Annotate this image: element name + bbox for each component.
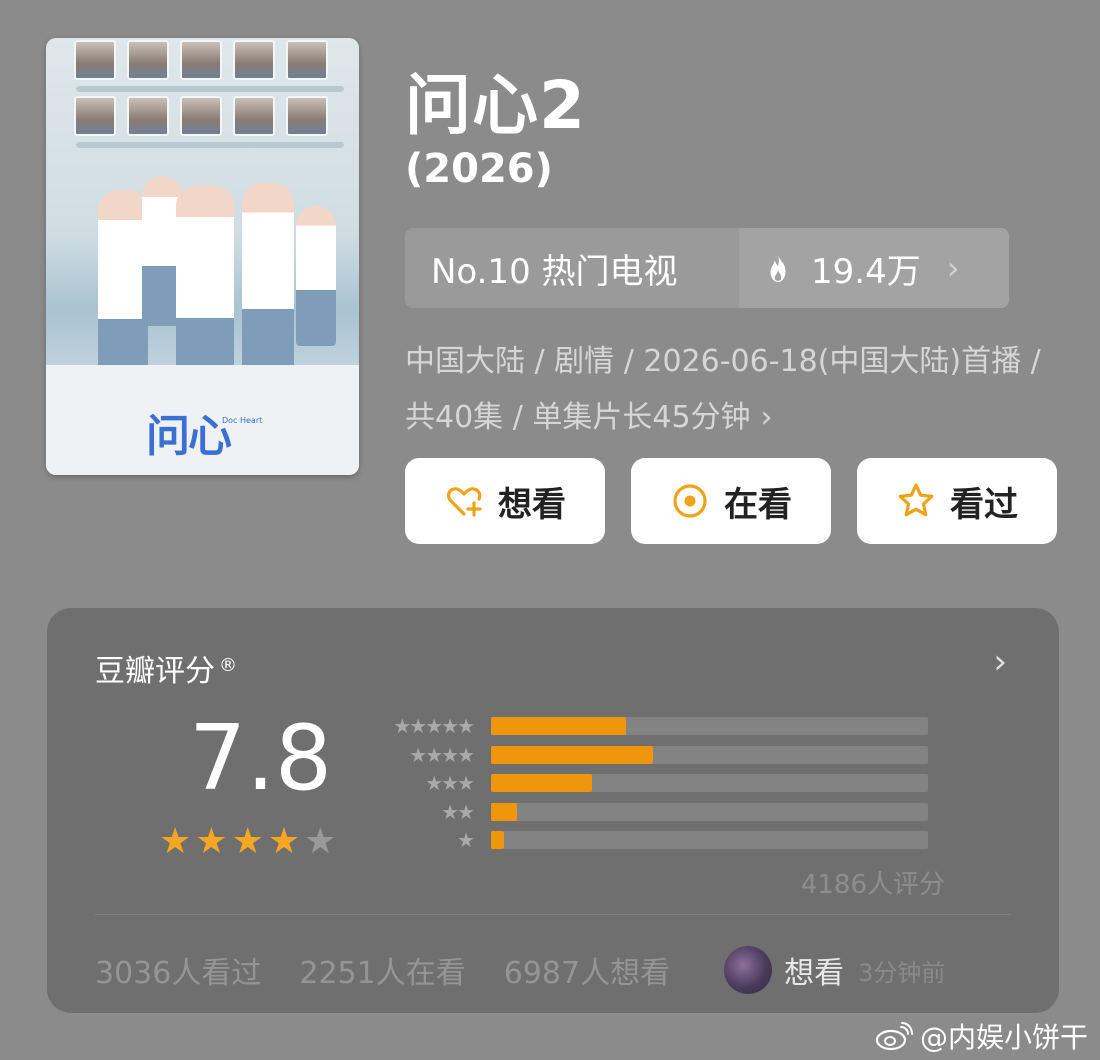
poster-photo xyxy=(233,96,275,136)
heat-value: 19.4万 xyxy=(811,251,921,292)
watermark: @内娱小饼干 xyxy=(874,1016,1088,1056)
chevron-right-icon[interactable]: › xyxy=(993,642,1007,682)
poster-shelf xyxy=(76,86,344,92)
watermark-text: @内娱小饼干 xyxy=(919,1021,1088,1054)
star-filled-icon: ★ xyxy=(159,821,192,862)
rating-stars: ★ ★ ★ ★ ★ xyxy=(159,824,336,860)
rating-bar-track xyxy=(491,717,928,736)
poster-shelf xyxy=(76,142,344,148)
rating-bar-fill xyxy=(491,831,505,850)
watched-button[interactable]: 看过 xyxy=(857,458,1057,544)
poster-figure xyxy=(242,183,294,393)
rank-box[interactable]: No.10 热门电视 19.4万 › xyxy=(405,228,1009,308)
poster-figure xyxy=(296,206,336,346)
chevron-right-icon: › xyxy=(946,249,960,287)
rating-bar-track xyxy=(491,745,928,764)
poster-photo xyxy=(180,40,222,80)
want-to-watch-button[interactable]: 想看 xyxy=(405,458,605,544)
rating-bar-stars-icon: ★ xyxy=(457,828,475,853)
rating-bar-stars-icon: ★★★★ xyxy=(409,742,475,767)
recent-user-time: 3分钟前 xyxy=(858,958,946,987)
rating-bar-fill xyxy=(491,774,592,793)
watched-count[interactable]: 3036人看过 xyxy=(95,948,261,992)
rating-bar-track xyxy=(491,774,928,793)
avatar[interactable] xyxy=(724,946,773,994)
rating-distribution: ★★★★★ ★★★★ ★★★ ★★ ★ xyxy=(381,712,961,855)
poster-logo-en: Doc Heart xyxy=(222,416,263,425)
registered-mark: ® xyxy=(219,655,237,676)
rating-bar-fill xyxy=(491,717,627,736)
circle-dot-icon xyxy=(673,484,707,518)
rating-bar-row: ★ xyxy=(381,826,961,855)
show-meta[interactable]: 中国大陆 / 剧情 / 2026-06-18(中国大陆)首播 / 共40集 / … xyxy=(405,334,1065,446)
weibo-icon xyxy=(875,1022,913,1051)
want-to-watch-label: 想看 xyxy=(498,484,566,525)
star-filled-icon: ★ xyxy=(195,821,228,862)
chevron-right-icon: › xyxy=(760,400,773,435)
rating-score: 7.8 xyxy=(189,706,333,811)
rating-bar-track xyxy=(491,831,928,850)
poster-photo xyxy=(74,96,116,136)
divider xyxy=(95,914,1011,915)
watching-label: 在看 xyxy=(724,484,792,525)
rating-card[interactable]: 豆瓣评分 ® › 7.8 ★ ★ ★ ★ ★ ★★★★★ ★★★★ ★★★ ★★ ★ 4186人评… xyxy=(47,608,1059,1013)
stats-row: 3036人看过 2251人在看 6987人想看 想看 3分钟前 xyxy=(95,946,1015,994)
show-meta-text: 中国大陆 / 剧情 / 2026-06-18(中国大陆)首播 / 共40集 / … xyxy=(405,344,1041,435)
rating-title: 豆瓣评分 ® xyxy=(95,646,237,690)
rating-title-text: 豆瓣评分 xyxy=(95,654,215,689)
rating-bar-stars-icon: ★★★★★ xyxy=(393,714,475,739)
poster-photo xyxy=(286,96,328,136)
rating-count: 4186人评分 xyxy=(800,870,945,900)
poster-photo xyxy=(180,96,222,136)
watching-count[interactable]: 2251人在看 xyxy=(299,948,465,992)
poster-photo xyxy=(286,40,328,80)
star-filled-icon: ★ xyxy=(267,821,301,862)
poster-photo-row xyxy=(74,96,328,136)
show-year: (2026) xyxy=(405,146,553,192)
poster-image[interactable]: 问心 Doc Heart 2 xyxy=(46,38,359,475)
poster-photo xyxy=(127,96,169,136)
rating-bar-fill xyxy=(491,745,653,764)
fire-icon xyxy=(770,254,786,282)
heat-value-button[interactable]: 19.4万 › xyxy=(739,228,1009,308)
poster-photo xyxy=(127,40,169,80)
rank-label[interactable]: No.10 热门电视 xyxy=(405,228,739,308)
rating-bar-track xyxy=(491,802,928,821)
poster-photo-row xyxy=(74,40,328,80)
poster-logo: 问心 xyxy=(146,411,232,462)
rating-bar-fill xyxy=(491,802,518,821)
heart-plus-icon xyxy=(447,487,482,517)
recent-user-action: 想看 xyxy=(784,956,845,991)
watching-button[interactable]: 在看 xyxy=(631,458,831,544)
star-outline-icon xyxy=(898,483,934,517)
poster-photo xyxy=(74,40,116,80)
star-filled-icon: ★ xyxy=(231,821,264,862)
star-empty-icon: ★ xyxy=(304,821,337,862)
rating-bar-stars-icon: ★★★ xyxy=(425,771,475,796)
show-title: 问心2 xyxy=(405,67,586,144)
action-buttons: 想看 在看 看过 xyxy=(405,458,1057,544)
rating-bar-stars-icon: ★★ xyxy=(441,799,475,824)
rating-bar-row: ★★★★ xyxy=(381,741,961,770)
rating-bar-row: ★★ xyxy=(381,798,961,827)
poster-photo xyxy=(233,40,275,80)
want-count[interactable]: 6987人想看 xyxy=(504,948,670,992)
watched-label: 看过 xyxy=(950,484,1018,525)
rating-bar-row: ★★★★★ xyxy=(381,712,961,741)
rating-bar-row: ★★★ xyxy=(381,769,961,798)
